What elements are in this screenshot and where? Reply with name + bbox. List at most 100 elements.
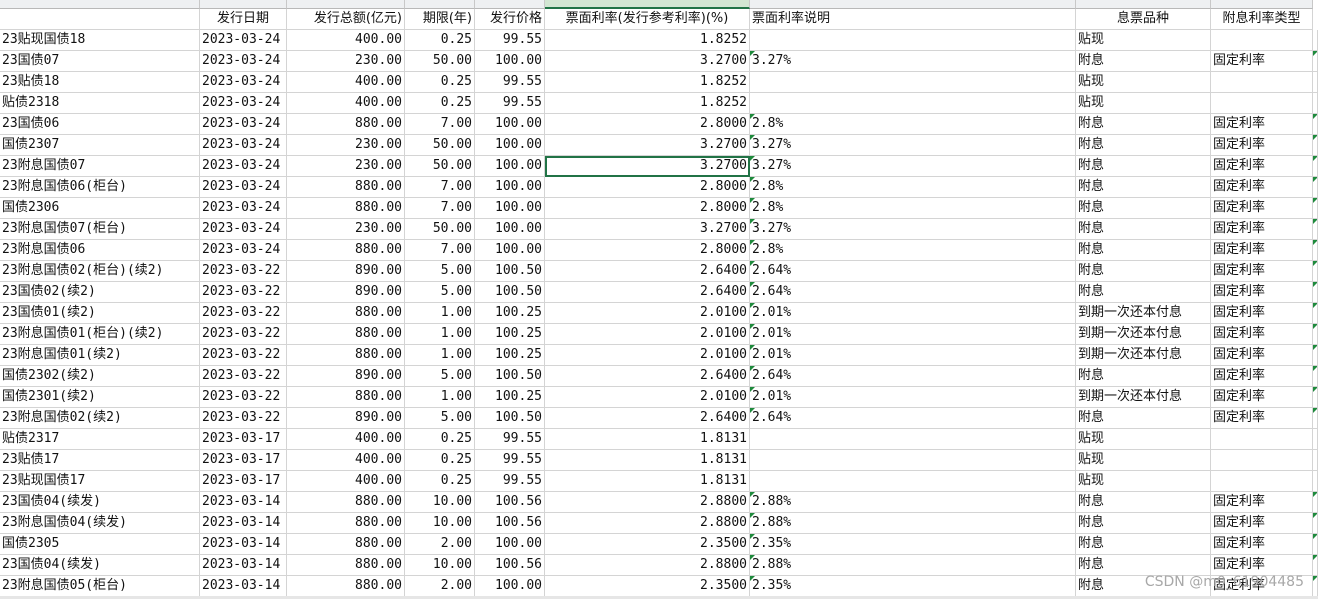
cell-term[interactable]: 1.00 (405, 345, 475, 366)
cell-name[interactable]: 贴债2318 (0, 93, 200, 114)
cell-coupon-note[interactable]: 2.8% (750, 240, 1076, 261)
cell-issue-amount[interactable]: 880.00 (287, 345, 405, 366)
header-coupon-rate[interactable]: 票面利率(发行参考利率)(%) (545, 9, 750, 30)
cell-issue-amount[interactable]: 880.00 (287, 303, 405, 324)
cell-coupon-rate[interactable]: 2.8000 (545, 198, 750, 219)
cell-coupon-type[interactable]: 附息 (1076, 282, 1211, 303)
cell-issue-date[interactable]: 2023-03-22 (200, 303, 287, 324)
cell-name[interactable]: 23国债02(续2) (0, 282, 200, 303)
cell-issue-date[interactable]: 2023-03-24 (200, 93, 287, 114)
cell-issue-amount[interactable]: 880.00 (287, 576, 405, 597)
column-header-E[interactable] (287, 0, 405, 9)
cell-term[interactable]: 1.00 (405, 324, 475, 345)
cell-name[interactable]: 23国债04(续发) (0, 492, 200, 513)
cell-name[interactable]: 23贴现国债17 (0, 471, 200, 492)
cell-issue-date[interactable]: 2023-03-24 (200, 51, 287, 72)
cell-coupon-note[interactable]: 3.27% (750, 219, 1076, 240)
cell-coupon-rate[interactable]: 3.2700 (545, 156, 750, 177)
cell-name[interactable]: 23国债06 (0, 114, 200, 135)
cell-coupon-note[interactable]: 2.35% (750, 534, 1076, 555)
cell-rate-type[interactable]: 固定利率 (1211, 492, 1313, 513)
cell-issue-amount[interactable]: 880.00 (287, 555, 405, 576)
cell-rate-type[interactable]: 固定利率 (1211, 534, 1313, 555)
cell-name[interactable]: 国债2302(续2) (0, 366, 200, 387)
cell-coupon-note[interactable]: 2.01% (750, 324, 1076, 345)
cell-coupon-type[interactable]: 到期一次还本付息 (1076, 387, 1211, 408)
cell-term[interactable]: 7.00 (405, 114, 475, 135)
cell-coupon-type[interactable]: 附息 (1076, 513, 1211, 534)
cell-issue-price[interactable]: 100.25 (475, 345, 545, 366)
cell-issue-amount[interactable]: 880.00 (287, 198, 405, 219)
cell-coupon-note[interactable] (750, 72, 1076, 93)
cell-rate-type[interactable]: 固定利率 (1211, 240, 1313, 261)
cell-rate-type[interactable]: 固定利率 (1211, 408, 1313, 429)
column-header-C[interactable] (0, 0, 200, 9)
cell-coupon-rate[interactable]: 2.8800 (545, 513, 750, 534)
cell-name[interactable]: 23附息国债07 (0, 156, 200, 177)
header-term[interactable]: 期限(年) (405, 9, 475, 30)
header-name[interactable] (0, 9, 200, 30)
cell-coupon-type[interactable]: 贴现 (1076, 93, 1211, 114)
cell-rate-type[interactable]: 固定利率 (1211, 366, 1313, 387)
cell-issue-price[interactable]: 100.00 (475, 114, 545, 135)
cell-issue-date[interactable]: 2023-03-14 (200, 576, 287, 597)
cell-term[interactable]: 1.00 (405, 303, 475, 324)
cell-rate-type[interactable]: 固定利率 (1211, 261, 1313, 282)
cell-issue-price[interactable]: 100.00 (475, 177, 545, 198)
cell-coupon-note[interactable]: 3.27% (750, 135, 1076, 156)
cell-term[interactable]: 7.00 (405, 198, 475, 219)
cell-coupon-type[interactable]: 贴现 (1076, 30, 1211, 51)
cell-coupon-note[interactable]: 2.01% (750, 345, 1076, 366)
cell-name[interactable]: 23附息国债01(续2) (0, 345, 200, 366)
cell-issue-date[interactable]: 2023-03-24 (200, 30, 287, 51)
cell-issue-date[interactable]: 2023-03-17 (200, 471, 287, 492)
cell-coupon-type[interactable]: 到期一次还本付息 (1076, 303, 1211, 324)
column-header-F[interactable] (405, 0, 475, 9)
cell-issue-price[interactable]: 100.50 (475, 261, 545, 282)
cell-term[interactable]: 0.25 (405, 429, 475, 450)
cell-issue-amount[interactable]: 400.00 (287, 450, 405, 471)
cell-coupon-rate[interactable]: 2.8800 (545, 555, 750, 576)
cell-term[interactable]: 10.00 (405, 492, 475, 513)
cell-issue-date[interactable]: 2023-03-24 (200, 114, 287, 135)
cell-coupon-note[interactable]: 3.27% (750, 156, 1076, 177)
cell-issue-amount[interactable]: 230.00 (287, 156, 405, 177)
cell-term[interactable]: 0.25 (405, 30, 475, 51)
cell-coupon-note[interactable] (750, 429, 1076, 450)
cell-issue-date[interactable]: 2023-03-14 (200, 555, 287, 576)
cell-issue-price[interactable]: 100.50 (475, 366, 545, 387)
cell-issue-date[interactable]: 2023-03-24 (200, 198, 287, 219)
cell-coupon-type[interactable]: 贴现 (1076, 72, 1211, 93)
column-header-D[interactable] (200, 0, 287, 9)
cell-coupon-type[interactable]: 贴现 (1076, 471, 1211, 492)
cell-rate-type[interactable]: 固定利率 (1211, 135, 1313, 156)
cell-issue-date[interactable]: 2023-03-22 (200, 366, 287, 387)
column-header-G[interactable] (475, 0, 545, 9)
column-header-I[interactable] (750, 0, 1076, 9)
cell-rate-type[interactable]: 固定利率 (1211, 345, 1313, 366)
cell-name[interactable]: 国债2307 (0, 135, 200, 156)
cell-name[interactable]: 23附息国债02(续2) (0, 408, 200, 429)
cell-issue-date[interactable]: 2023-03-24 (200, 240, 287, 261)
column-header-K[interactable] (1211, 0, 1313, 9)
cell-issue-price[interactable]: 100.00 (475, 51, 545, 72)
cell-rate-type[interactable] (1211, 450, 1313, 471)
cell-rate-type[interactable]: 固定利率 (1211, 114, 1313, 135)
cell-issue-price[interactable]: 100.25 (475, 387, 545, 408)
cell-name[interactable]: 23贴现国债18 (0, 30, 200, 51)
cell-coupon-note[interactable] (750, 450, 1076, 471)
cell-issue-amount[interactable]: 880.00 (287, 513, 405, 534)
cell-issue-price[interactable]: 99.55 (475, 30, 545, 51)
cell-coupon-rate[interactable]: 1.8252 (545, 30, 750, 51)
cell-term[interactable]: 5.00 (405, 261, 475, 282)
cell-coupon-rate[interactable]: 2.8000 (545, 177, 750, 198)
cell-issue-amount[interactable]: 400.00 (287, 471, 405, 492)
cell-coupon-note[interactable]: 2.8% (750, 198, 1076, 219)
cell-coupon-rate[interactable]: 3.2700 (545, 219, 750, 240)
cell-rate-type[interactable]: 固定利率 (1211, 513, 1313, 534)
cell-coupon-type[interactable]: 贴现 (1076, 429, 1211, 450)
cell-issue-amount[interactable]: 400.00 (287, 429, 405, 450)
cell-issue-amount[interactable]: 880.00 (287, 387, 405, 408)
cell-issue-amount[interactable]: 880.00 (287, 324, 405, 345)
cell-coupon-rate[interactable]: 1.8131 (545, 429, 750, 450)
